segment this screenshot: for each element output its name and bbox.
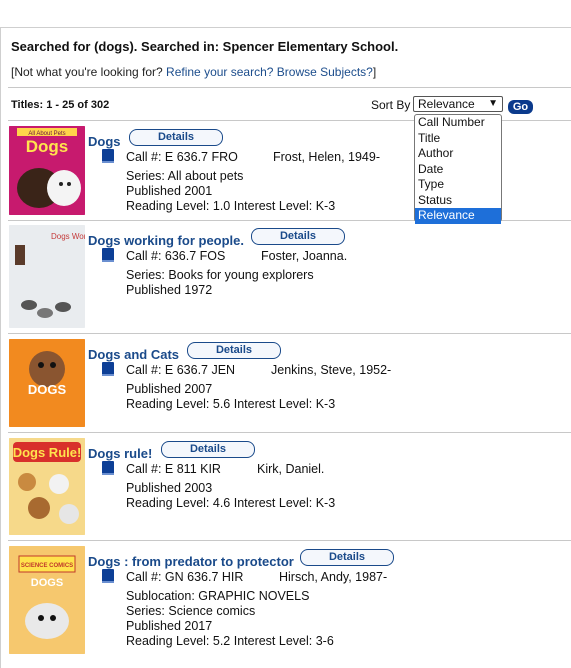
cover-title-text: Dogs (26, 137, 69, 156)
titles-count: Titles: 1 - 25 of 302 (11, 99, 110, 111)
sort-option-title[interactable]: Title (415, 131, 501, 147)
cover-title-text: Dogs Rule! (13, 445, 82, 460)
reading-level: Reading Level: 4.6 Interest Level: K-3 (126, 496, 336, 510)
sort-option-author[interactable]: Author (415, 146, 501, 162)
book-cover-art: DOGS (9, 339, 85, 427)
reading-level: Reading Level: 1.0 Interest Level: K-3 (126, 199, 336, 213)
sort-option-type[interactable]: Type (415, 177, 501, 193)
call-number: Call #: E 811 KIR (126, 462, 221, 476)
sort-option-call-number[interactable]: Call Number (415, 115, 501, 131)
sort-selected-value: Relevance (418, 97, 475, 111)
browse-subjects-link[interactable]: Browse Subjects? (277, 65, 373, 79)
divider (8, 540, 571, 541)
call-number: Call #: GN 636.7 HIR (126, 570, 244, 584)
go-button[interactable]: Go (508, 100, 533, 114)
divider (8, 333, 571, 334)
book-cover[interactable]: SCIENCE COMICS DOGS (9, 546, 85, 654)
book-cover-art: Dogs Rule! (9, 438, 85, 535)
chevron-down-icon: ▼ (488, 98, 498, 109)
divider (8, 87, 571, 88)
sort-option-status[interactable]: Status (415, 193, 501, 209)
reading-level: Reading Level: 5.2 Interest Level: 3-6 (126, 634, 334, 648)
cover-title-text: DOGS (31, 577, 63, 589)
book-icon (102, 248, 114, 262)
call-number: Call #: E 636.7 JEN (126, 363, 236, 377)
author: Frost, Helen, 1949- (273, 150, 380, 164)
details-button[interactable]: Details (129, 129, 223, 146)
record-title-link[interactable]: Dogs and Cats (88, 347, 179, 362)
search-heading: Searched for (dogs). Searched in: Spence… (11, 39, 399, 54)
cover-series-text: SCIENCE COMICS (21, 563, 73, 569)
details-button[interactable]: Details (300, 549, 394, 566)
search-help-line: [Not what you're looking for? Refine you… (11, 65, 376, 79)
sort-select[interactable]: Relevance ▼ (413, 96, 503, 112)
sublocation: Sublocation: GRAPHIC NOVELS (126, 589, 310, 603)
sort-option-date[interactable]: Date (415, 162, 501, 178)
reading-level: Reading Level: 5.6 Interest Level: K-3 (126, 397, 336, 411)
book-cover-art: SCIENCE COMICS DOGS (9, 546, 85, 654)
published: Published 2017 (126, 619, 213, 633)
details-button[interactable]: Details (187, 342, 281, 359)
not-looking-prefix: [Not what you're looking for? (11, 65, 167, 79)
book-cover[interactable]: Dogs Rule! (9, 438, 85, 535)
published: Published 1972 (126, 283, 213, 297)
refine-search-link[interactable]: Refine your search? (166, 65, 273, 79)
not-looking-suffix: ] (372, 65, 377, 79)
cover-title-text: Dogs Working for People (51, 232, 85, 241)
book-cover[interactable]: All About Pets Dogs (9, 126, 85, 215)
series: Series: Science comics (126, 604, 256, 618)
record-title-link[interactable]: Dogs working for people. (88, 233, 244, 248)
book-cover[interactable]: Dogs Working for People (9, 225, 85, 328)
book-cover-art: Dogs Working for People (9, 225, 85, 328)
book-icon (102, 149, 114, 163)
record-title-link[interactable]: Dogs rule! (88, 446, 152, 461)
details-button[interactable]: Details (251, 228, 345, 245)
divider (8, 432, 571, 433)
author: Foster, Joanna. (261, 249, 348, 263)
published: Published 2001 (126, 184, 213, 198)
call-number: Call #: E 636.7 FRO (126, 150, 238, 164)
details-button[interactable]: Details (161, 441, 255, 458)
book-icon (102, 362, 114, 376)
published: Published 2003 (126, 481, 213, 495)
sort-label: Sort By (371, 98, 411, 112)
series: Series: All about pets (126, 169, 244, 183)
author: Kirk, Daniel. (257, 462, 325, 476)
sort-option-relevance[interactable]: Relevance (415, 208, 501, 224)
sort-dropdown-menu: Call Number Title Author Date Type Statu… (414, 114, 502, 224)
book-icon (102, 461, 114, 475)
call-number: Call #: 636.7 FOS (126, 249, 226, 263)
record-title-link[interactable]: Dogs (88, 134, 121, 149)
series: Series: Books for young explorers (126, 268, 314, 282)
author: Jenkins, Steve, 1952- (271, 363, 392, 377)
record-title-link[interactable]: Dogs : from predator to protector (88, 554, 294, 569)
published: Published 2007 (126, 382, 213, 396)
book-cover-art: All About Pets Dogs (9, 126, 85, 215)
book-icon (102, 569, 114, 583)
cover-title-text: DOGS (28, 382, 67, 397)
book-cover[interactable]: DOGS (9, 339, 85, 427)
author: Hirsch, Andy, 1987- (279, 570, 388, 584)
